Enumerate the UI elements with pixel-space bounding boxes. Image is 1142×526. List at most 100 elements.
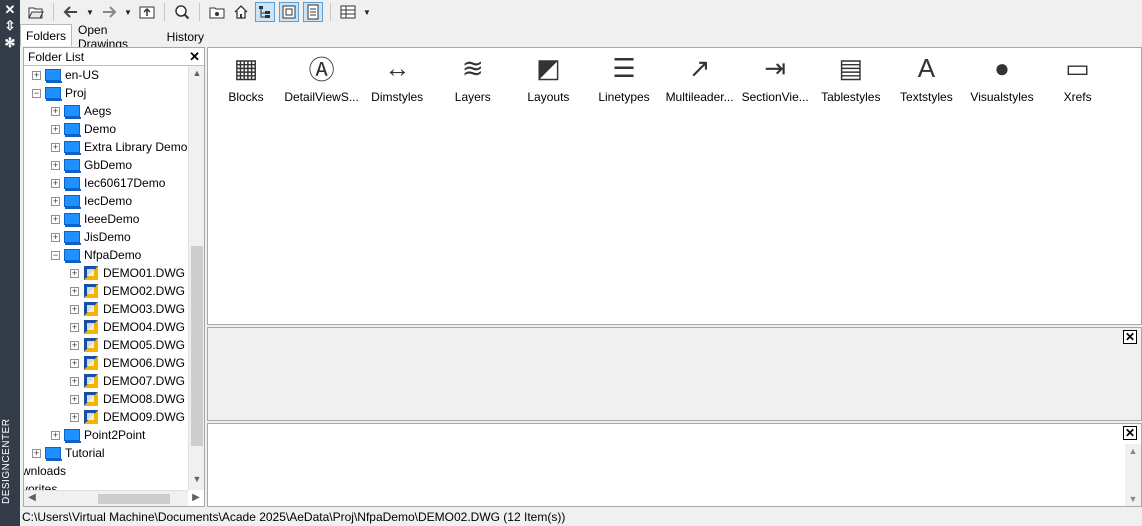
expand-icon[interactable]: +	[51, 178, 60, 188]
expand-icon[interactable]: +	[32, 448, 41, 458]
expand-icon[interactable]: +	[51, 124, 60, 134]
expand-icon[interactable]: +	[51, 196, 60, 206]
expand-icon[interactable]: +	[51, 232, 60, 242]
tree-item-folder[interactable]: vorites	[24, 480, 57, 490]
auto-hide-icon[interactable]: ⇳	[3, 19, 17, 33]
expand-icon[interactable]: +	[51, 106, 60, 116]
content-item[interactable]: ≋ Layers	[434, 48, 512, 105]
tree-item-folder[interactable]: + Iec60617Demo	[51, 174, 165, 192]
expand-icon[interactable]: +	[51, 430, 60, 440]
tree-item-folder[interactable]: + IeeeDemo	[51, 210, 139, 228]
scroll-left-icon[interactable]: ◀	[26, 492, 38, 506]
expand-icon[interactable]: +	[32, 70, 41, 80]
content-item[interactable]: ◩ Layouts	[509, 48, 587, 105]
tree-item-drawing[interactable]: + DEMO08.DWG	[70, 390, 185, 408]
content-item[interactable]: ▦ Blocks	[207, 48, 285, 105]
tree-item-folder[interactable]: + Point2Point	[51, 426, 145, 444]
views-dropdown-icon[interactable]: ▼	[362, 2, 372, 22]
tree-view-icon[interactable]	[255, 2, 275, 22]
tree-item-drawing[interactable]: + DEMO06.DWG	[70, 354, 185, 372]
scroll-up-icon[interactable]: ▲	[1125, 446, 1141, 456]
tree-item-drawing[interactable]: + DEMO04.DWG	[70, 318, 185, 336]
properties-icon[interactable]: ✻	[3, 36, 17, 50]
folder-tree: + en-US − Proj + Aegs + Demo + Extra Library Demo…	[24, 66, 188, 490]
collapse-icon[interactable]: −	[51, 250, 60, 260]
content-item[interactable]: ☰ Linetypes	[585, 48, 663, 105]
tree-item-folder[interactable]: + Extra Library Demo	[51, 138, 187, 156]
expand-icon[interactable]: +	[70, 394, 79, 404]
search-icon[interactable]	[172, 2, 192, 22]
content-item[interactable]: Ⓐ DetailViewS...	[283, 48, 361, 105]
vertical-scrollbar[interactable]: ▲ ▼	[1125, 444, 1141, 506]
close-icon[interactable]: ✕	[189, 49, 200, 65]
tab-history[interactable]: History	[161, 26, 210, 46]
tree-item-folder[interactable]: wnloads	[24, 462, 66, 480]
tree-item-folder[interactable]: + Tutorial	[32, 444, 105, 462]
tree-item-folder[interactable]: + Aegs	[51, 102, 111, 120]
drawing-file-icon	[83, 337, 99, 353]
scroll-up-icon[interactable]: ▲	[189, 68, 205, 82]
forward-dropdown-icon[interactable]: ▼	[123, 2, 133, 22]
expand-icon[interactable]: +	[51, 214, 60, 224]
preview-icon[interactable]	[279, 2, 299, 22]
content-item-label: SectionVie...	[741, 90, 809, 104]
tree-item-folder[interactable]: − Proj	[32, 84, 86, 102]
tree-item-drawing[interactable]: + DEMO07.DWG	[70, 372, 185, 390]
tree-item-drawing[interactable]: + DEMO03.DWG	[70, 300, 185, 318]
expand-icon[interactable]: +	[70, 322, 79, 332]
scroll-right-icon[interactable]: ▶	[190, 492, 202, 506]
scroll-down-icon[interactable]: ▼	[189, 474, 205, 488]
tree-item-drawing[interactable]: + DEMO09.DWG	[70, 408, 185, 426]
content-item[interactable]: ⇥ SectionVie...	[736, 48, 814, 105]
content-item[interactable]: ▭ Xrefs	[1039, 48, 1117, 105]
expand-icon[interactable]: +	[70, 340, 79, 350]
content-item[interactable]: ▤ Tablestyles	[812, 48, 890, 105]
tree-item-label: NfpaDemo	[84, 248, 142, 262]
content-item[interactable]: ↗ Multileader...	[661, 48, 739, 105]
expand-icon[interactable]: +	[51, 142, 60, 152]
tab-strip: Folders Open Drawings History	[20, 23, 210, 51]
up-icon[interactable]	[137, 2, 157, 22]
expand-icon[interactable]: +	[70, 412, 79, 422]
favorites-icon[interactable]	[207, 2, 227, 22]
tree-item-drawing[interactable]: + DEMO05.DWG	[70, 336, 185, 354]
content-item[interactable]: A Textstyles	[887, 48, 965, 105]
collapse-icon[interactable]: −	[32, 88, 41, 98]
tree-item-drawing[interactable]: + DEMO02.DWG	[70, 282, 185, 300]
home-icon[interactable]	[231, 2, 251, 22]
back-dropdown-icon[interactable]: ▼	[85, 2, 95, 22]
tree-item-folder[interactable]: − NfpaDemo	[51, 246, 141, 264]
views-icon[interactable]	[338, 2, 358, 22]
expand-icon[interactable]: +	[51, 160, 60, 170]
content-item[interactable]: ● Visualstyles	[963, 48, 1041, 105]
tree-item-folder[interactable]: + en-US	[32, 66, 99, 84]
description-icon[interactable]	[303, 2, 323, 22]
tree-item-folder[interactable]: + JisDemo	[51, 228, 131, 246]
close-icon[interactable]: ✕	[1123, 330, 1137, 344]
content-item[interactable]: ↔ Dimstyles	[358, 48, 436, 105]
close-icon[interactable]: ✕	[3, 3, 17, 17]
scroll-thumb[interactable]	[98, 494, 170, 504]
expand-icon[interactable]: +	[70, 358, 79, 368]
tree-item-folder[interactable]: + Demo	[51, 120, 116, 138]
vertical-scrollbar[interactable]: ▲ ▼	[188, 66, 204, 490]
scroll-down-icon[interactable]: ▼	[1125, 494, 1141, 504]
tree-item-drawing[interactable]: + DEMO01.DWG	[70, 264, 185, 282]
description-pane: ✕ ▲ ▼	[207, 423, 1142, 507]
forward-icon[interactable]	[99, 2, 119, 22]
tab-open-drawings[interactable]: Open Drawings	[72, 23, 161, 51]
close-icon[interactable]: ✕	[1123, 426, 1137, 440]
horizontal-scrollbar[interactable]: ◀ ▶	[24, 490, 200, 506]
expand-icon[interactable]: +	[70, 376, 79, 386]
tree-item-label: Extra Library Demo	[84, 140, 188, 154]
load-icon[interactable]	[26, 2, 46, 22]
expand-icon[interactable]: +	[70, 268, 79, 278]
tab-folders[interactable]: Folders	[20, 24, 73, 46]
scroll-thumb[interactable]	[191, 246, 203, 446]
expand-icon[interactable]: +	[70, 304, 79, 314]
back-icon[interactable]	[61, 2, 81, 22]
tree-item-label: DEMO07.DWG	[103, 374, 186, 388]
tree-item-folder[interactable]: + GbDemo	[51, 156, 132, 174]
tree-item-folder[interactable]: + IecDemo	[51, 192, 132, 210]
expand-icon[interactable]: +	[70, 286, 79, 296]
